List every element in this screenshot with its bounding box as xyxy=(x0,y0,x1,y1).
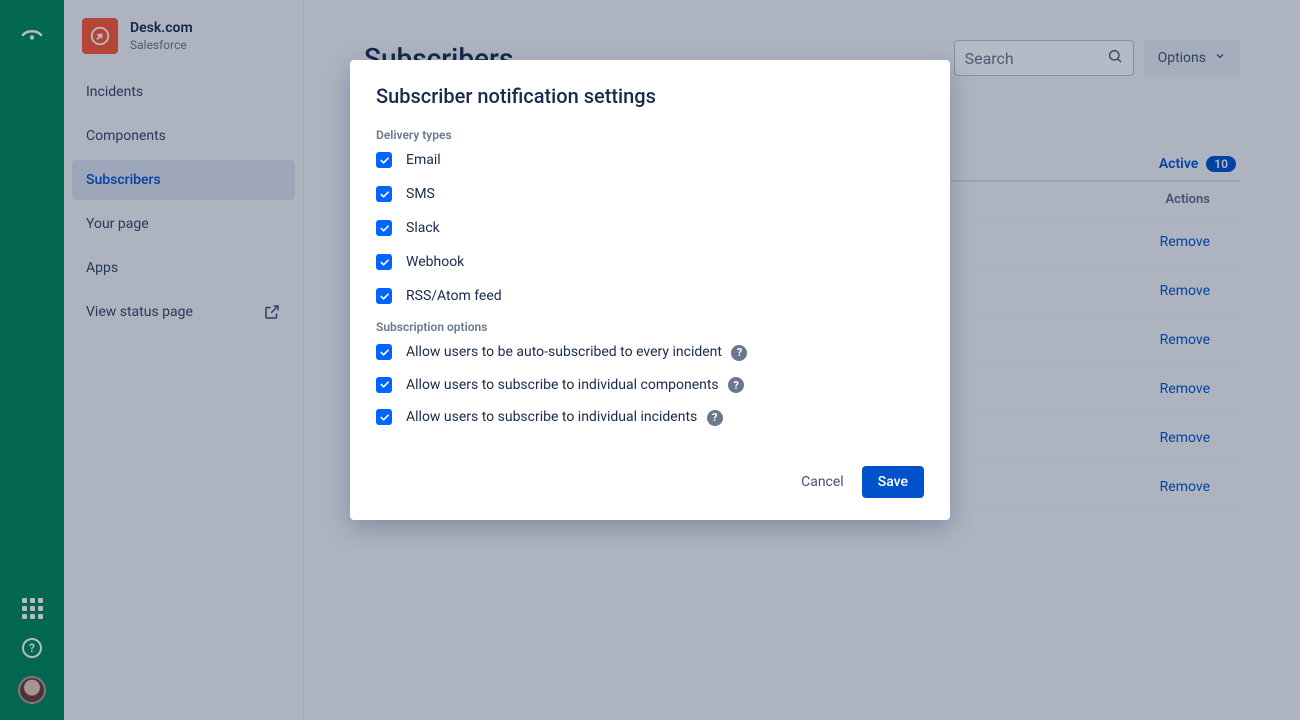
subscription-option[interactable]: Allow users to be auto-subscribed to eve… xyxy=(376,344,924,361)
delivery-type-option[interactable]: SMS xyxy=(376,186,924,202)
checkbox-checked-icon[interactable] xyxy=(376,152,392,168)
subscription-option[interactable]: Allow users to subscribe to individual c… xyxy=(376,377,924,394)
delivery-types-heading: Delivery types xyxy=(376,128,924,142)
subscriber-settings-modal: Subscriber notification settings Deliver… xyxy=(350,60,950,520)
checkbox-checked-icon[interactable] xyxy=(376,409,392,425)
help-tooltip-icon[interactable]: ? xyxy=(707,410,723,426)
option-label: Allow users to be auto-subscribed to eve… xyxy=(406,344,747,361)
delivery-type-option[interactable]: Webhook xyxy=(376,254,924,270)
option-label: RSS/Atom feed xyxy=(406,288,502,304)
option-label: Email xyxy=(406,152,441,168)
checkbox-checked-icon[interactable] xyxy=(376,186,392,202)
delivery-type-option[interactable]: Slack xyxy=(376,220,924,236)
delivery-type-option[interactable]: RSS/Atom feed xyxy=(376,288,924,304)
option-label: SMS xyxy=(406,186,435,202)
checkbox-checked-icon[interactable] xyxy=(376,377,392,393)
option-label: Webhook xyxy=(406,254,464,270)
help-tooltip-icon[interactable]: ? xyxy=(728,377,744,393)
option-label: Slack xyxy=(406,220,440,236)
delivery-type-option[interactable]: Email xyxy=(376,152,924,168)
checkbox-checked-icon[interactable] xyxy=(376,344,392,360)
option-label: Allow users to subscribe to individual i… xyxy=(406,409,723,426)
cancel-button[interactable]: Cancel xyxy=(801,474,844,490)
save-button[interactable]: Save xyxy=(862,466,924,498)
checkbox-checked-icon[interactable] xyxy=(376,220,392,236)
subscription-option[interactable]: Allow users to subscribe to individual i… xyxy=(376,409,924,426)
subscription-options-heading: Subscription options xyxy=(376,320,924,334)
checkbox-checked-icon[interactable] xyxy=(376,254,392,270)
checkbox-checked-icon[interactable] xyxy=(376,288,392,304)
modal-title: Subscriber notification settings xyxy=(376,84,924,108)
help-tooltip-icon[interactable]: ? xyxy=(731,345,747,361)
option-label: Allow users to subscribe to individual c… xyxy=(406,377,744,394)
